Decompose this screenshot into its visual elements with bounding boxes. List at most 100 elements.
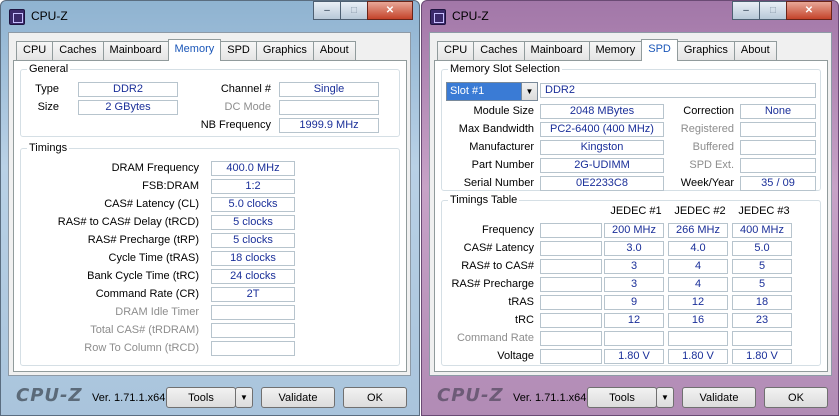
timings-table-row-label: tRAS <box>508 296 534 308</box>
part-number-label: Part Number <box>471 159 534 171</box>
tab-caches[interactable]: Caches <box>52 41 104 61</box>
spd-ext-value <box>740 158 816 173</box>
timing-value: 24 clocks <box>211 269 295 284</box>
timings-table-cell: 5 <box>732 259 792 274</box>
tools-button[interactable]: Tools <box>166 387 236 408</box>
close-button[interactable]: ✕ <box>367 1 413 20</box>
version-label: Ver. 1.71.1.x64 <box>92 392 166 404</box>
tab-caches[interactable]: Caches <box>473 41 525 61</box>
correction-value: None <box>740 104 816 119</box>
timings-table-blank-cell <box>540 313 602 328</box>
ok-button[interactable]: OK <box>764 387 828 408</box>
cpu-z-brand-logo: CPU-Z <box>437 385 504 406</box>
timings-table-cell: 12 <box>604 313 664 328</box>
window-title: CPU-Z <box>31 9 68 23</box>
slot-select-value: Slot #1 <box>450 85 485 97</box>
timings-table-row-label: RAS# Precharge <box>451 278 534 290</box>
tab-cpu[interactable]: CPU <box>437 41 475 61</box>
timing-value: 18 clocks <box>211 251 295 266</box>
max-bandwidth-label: Max Bandwidth <box>458 123 534 135</box>
timings-table-row-label: CAS# Latency <box>463 242 534 254</box>
validate-button[interactable]: Validate <box>682 387 756 408</box>
tab-graphics[interactable]: Graphics <box>255 41 314 61</box>
module-size-label: Module Size <box>473 105 534 117</box>
dc-mode-label: DC Mode <box>224 101 271 113</box>
timing-label: RAS# to CAS# Delay (tRCD) <box>57 216 199 228</box>
minimize-button[interactable]: – <box>313 1 340 20</box>
tab-spd[interactable]: SPD <box>641 39 678 61</box>
timing-value <box>211 341 295 356</box>
cpu-z-app-icon <box>430 9 446 25</box>
minimize-button[interactable]: – <box>732 1 759 20</box>
timing-label: Bank Cycle Time (tRC) <box>87 270 199 282</box>
channel-label: Channel # <box>220 83 271 95</box>
tab-spd[interactable]: SPD <box>220 41 257 61</box>
timing-value: 5 clocks <box>211 215 295 230</box>
tab-memory[interactable]: Memory <box>588 41 643 61</box>
maximize-button[interactable]: □ <box>340 1 367 20</box>
timings-table-title: Timings Table <box>448 194 520 206</box>
footer-bar: CPU-Z Ver. 1.71.1.x64 Tools ▼ Validate O… <box>8 377 411 413</box>
registered-label: Registered <box>680 123 734 135</box>
general-group-title: General <box>27 63 71 75</box>
size-label: Size <box>37 101 59 113</box>
tab-memory[interactable]: Memory <box>167 39 222 61</box>
timings-table-cell: 200 MHz <box>604 223 664 238</box>
timing-label: DRAM Frequency <box>111 162 199 174</box>
tab-cpu[interactable]: CPU <box>16 41 54 61</box>
type-value: DDR2 <box>78 82 178 97</box>
title-bar[interactable]: CPU-Z – □ ✕ <box>1 1 419 31</box>
chevron-down-icon[interactable]: ▼ <box>521 83 537 100</box>
chevron-down-icon[interactable]: ▼ <box>235 387 253 408</box>
column-header-jedec-3: JEDEC #3 <box>738 205 790 217</box>
timings-table-row-label: RAS# to CAS# <box>461 260 534 272</box>
close-button[interactable]: ✕ <box>786 1 832 20</box>
manufacturer-label: Manufacturer <box>469 141 534 153</box>
tab-about[interactable]: About <box>312 41 356 61</box>
timings-table-row-label: Voltage <box>497 350 534 362</box>
tab-strip: CPU Caches Mainboard Memory SPD Graphics… <box>16 39 356 61</box>
timing-label: Row To Column (tRCD) <box>84 342 199 354</box>
timing-value <box>211 305 295 320</box>
tab-graphics[interactable]: Graphics <box>676 41 735 61</box>
timings-group: Timings DRAM Frequency 400.0 MHz FSB:DRAM 1… <box>20 142 400 366</box>
timing-label: DRAM Idle Timer <box>115 306 199 318</box>
timings-table-cell: 4.0 <box>668 241 728 256</box>
tools-button[interactable]: Tools <box>587 387 657 408</box>
timings-table-cell: 9 <box>604 295 664 310</box>
slot-select[interactable]: Slot #1 ▼ <box>446 82 538 101</box>
spd-panel: Memory Slot Selection Slot #1 ▼ DDR2 Mod… <box>434 60 828 372</box>
tab-mainboard[interactable]: Mainboard <box>102 41 169 61</box>
timings-table-cell: 5 <box>732 277 792 292</box>
manufacturer-value: Kingston <box>540 140 664 155</box>
column-header-jedec-1: JEDEC #1 <box>610 205 662 217</box>
timings-table-group: Timings Table JEDEC #1 JEDEC #2 JEDEC #3… <box>441 194 821 366</box>
client-area: CPU Caches Mainboard Memory SPD Graphics… <box>429 32 832 376</box>
chevron-down-icon[interactable]: ▼ <box>656 387 674 408</box>
column-header-jedec-2: JEDEC #2 <box>674 205 726 217</box>
ok-button[interactable]: OK <box>343 387 407 408</box>
timings-table-cell: 1.80 V <box>604 349 664 364</box>
caption-buttons: – □ ✕ <box>313 1 413 21</box>
buffered-label: Buffered <box>692 141 734 153</box>
timings-table-row-label: Frequency <box>482 224 534 236</box>
timings-table-cell: 12 <box>668 295 728 310</box>
title-bar[interactable]: CPU-Z – □ ✕ <box>422 1 838 31</box>
client-area: CPU Caches Mainboard Memory SPD Graphics… <box>8 32 411 376</box>
tab-about[interactable]: About <box>733 41 777 61</box>
timings-table-cell: 4 <box>668 277 728 292</box>
cpu-z-app-icon <box>9 9 25 25</box>
timings-table-cell: 3.0 <box>604 241 664 256</box>
timings-table-blank-cell <box>540 241 602 256</box>
timings-table-blank-cell <box>540 223 602 238</box>
timings-table-cell: 4 <box>668 259 728 274</box>
tab-mainboard[interactable]: Mainboard <box>523 41 590 61</box>
slot-selection-group: Memory Slot Selection Slot #1 ▼ DDR2 Mod… <box>441 63 821 191</box>
maximize-button[interactable]: □ <box>759 1 786 20</box>
validate-button[interactable]: Validate <box>261 387 335 408</box>
week-year-value: 35 / 09 <box>740 176 816 191</box>
window-title: CPU-Z <box>452 9 489 23</box>
cpu-z-brand-logo: CPU-Z <box>16 385 83 406</box>
timings-table-blank-cell <box>540 259 602 274</box>
cpuz-window-spd: CPU-Z – □ ✕ CPU Caches Mainboard Memory … <box>421 0 839 416</box>
